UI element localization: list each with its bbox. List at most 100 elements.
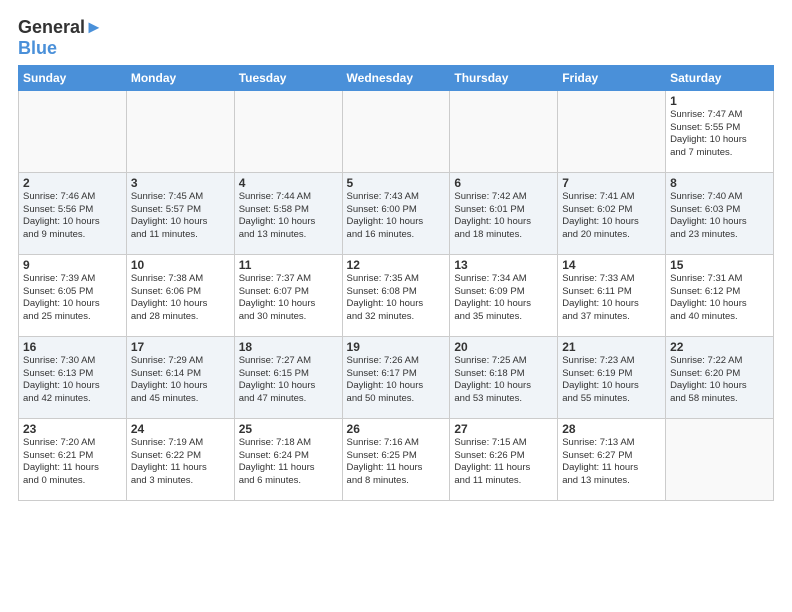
calendar-cell: 3Sunrise: 7:45 AM Sunset: 5:57 PM Daylig…: [126, 172, 234, 254]
calendar-cell: 21Sunrise: 7:23 AM Sunset: 6:19 PM Dayli…: [558, 336, 666, 418]
logo: General► Blue: [18, 18, 103, 59]
day-info: Sunrise: 7:18 AM Sunset: 6:24 PM Dayligh…: [239, 437, 338, 488]
day-number: 4: [239, 176, 338, 190]
day-info: Sunrise: 7:34 AM Sunset: 6:09 PM Dayligh…: [454, 273, 553, 324]
day-info: Sunrise: 7:23 AM Sunset: 6:19 PM Dayligh…: [562, 355, 661, 406]
day-info: Sunrise: 7:16 AM Sunset: 6:25 PM Dayligh…: [347, 437, 446, 488]
calendar-cell: [666, 418, 774, 500]
day-number: 26: [347, 422, 446, 436]
calendar-cell: 22Sunrise: 7:22 AM Sunset: 6:20 PM Dayli…: [666, 336, 774, 418]
calendar-cell: [558, 90, 666, 172]
day-info: Sunrise: 7:33 AM Sunset: 6:11 PM Dayligh…: [562, 273, 661, 324]
calendar-cell: 25Sunrise: 7:18 AM Sunset: 6:24 PM Dayli…: [234, 418, 342, 500]
calendar-cell: 9Sunrise: 7:39 AM Sunset: 6:05 PM Daylig…: [19, 254, 127, 336]
calendar-cell: 13Sunrise: 7:34 AM Sunset: 6:09 PM Dayli…: [450, 254, 558, 336]
calendar-cell: [19, 90, 127, 172]
calendar-week-row: 16Sunrise: 7:30 AM Sunset: 6:13 PM Dayli…: [19, 336, 774, 418]
day-info: Sunrise: 7:43 AM Sunset: 6:00 PM Dayligh…: [347, 191, 446, 242]
calendar-cell: 20Sunrise: 7:25 AM Sunset: 6:18 PM Dayli…: [450, 336, 558, 418]
calendar-cell: [234, 90, 342, 172]
calendar-cell: 28Sunrise: 7:13 AM Sunset: 6:27 PM Dayli…: [558, 418, 666, 500]
day-info: Sunrise: 7:40 AM Sunset: 6:03 PM Dayligh…: [670, 191, 769, 242]
calendar-week-row: 1Sunrise: 7:47 AM Sunset: 5:55 PM Daylig…: [19, 90, 774, 172]
day-info: Sunrise: 7:31 AM Sunset: 6:12 PM Dayligh…: [670, 273, 769, 324]
day-info: Sunrise: 7:25 AM Sunset: 6:18 PM Dayligh…: [454, 355, 553, 406]
col-header-thursday: Thursday: [450, 65, 558, 90]
header: General► Blue: [18, 18, 774, 59]
day-number: 17: [131, 340, 230, 354]
calendar-cell: 8Sunrise: 7:40 AM Sunset: 6:03 PM Daylig…: [666, 172, 774, 254]
calendar-cell: 24Sunrise: 7:19 AM Sunset: 6:22 PM Dayli…: [126, 418, 234, 500]
day-number: 16: [23, 340, 122, 354]
day-info: Sunrise: 7:45 AM Sunset: 5:57 PM Dayligh…: [131, 191, 230, 242]
calendar-cell: 15Sunrise: 7:31 AM Sunset: 6:12 PM Dayli…: [666, 254, 774, 336]
day-info: Sunrise: 7:39 AM Sunset: 6:05 PM Dayligh…: [23, 273, 122, 324]
calendar-header-row: SundayMondayTuesdayWednesdayThursdayFrid…: [19, 65, 774, 90]
day-number: 24: [131, 422, 230, 436]
calendar-cell: 1Sunrise: 7:47 AM Sunset: 5:55 PM Daylig…: [666, 90, 774, 172]
page: General► Blue SundayMondayTuesdayWednesd…: [0, 0, 792, 612]
col-header-monday: Monday: [126, 65, 234, 90]
logo-blue: ►: [85, 17, 103, 37]
day-info: Sunrise: 7:22 AM Sunset: 6:20 PM Dayligh…: [670, 355, 769, 406]
calendar-cell: 16Sunrise: 7:30 AM Sunset: 6:13 PM Dayli…: [19, 336, 127, 418]
day-number: 15: [670, 258, 769, 272]
day-info: Sunrise: 7:27 AM Sunset: 6:15 PM Dayligh…: [239, 355, 338, 406]
calendar-cell: 27Sunrise: 7:15 AM Sunset: 6:26 PM Dayli…: [450, 418, 558, 500]
day-number: 13: [454, 258, 553, 272]
day-number: 6: [454, 176, 553, 190]
day-info: Sunrise: 7:46 AM Sunset: 5:56 PM Dayligh…: [23, 191, 122, 242]
calendar-cell: 19Sunrise: 7:26 AM Sunset: 6:17 PM Dayli…: [342, 336, 450, 418]
logo-blue-text: Blue: [18, 38, 103, 59]
calendar-cell: 23Sunrise: 7:20 AM Sunset: 6:21 PM Dayli…: [19, 418, 127, 500]
calendar-cell: 7Sunrise: 7:41 AM Sunset: 6:02 PM Daylig…: [558, 172, 666, 254]
day-info: Sunrise: 7:13 AM Sunset: 6:27 PM Dayligh…: [562, 437, 661, 488]
day-number: 19: [347, 340, 446, 354]
calendar-week-row: 2Sunrise: 7:46 AM Sunset: 5:56 PM Daylig…: [19, 172, 774, 254]
day-number: 5: [347, 176, 446, 190]
day-info: Sunrise: 7:47 AM Sunset: 5:55 PM Dayligh…: [670, 109, 769, 160]
day-number: 8: [670, 176, 769, 190]
col-header-tuesday: Tuesday: [234, 65, 342, 90]
day-info: Sunrise: 7:26 AM Sunset: 6:17 PM Dayligh…: [347, 355, 446, 406]
day-info: Sunrise: 7:20 AM Sunset: 6:21 PM Dayligh…: [23, 437, 122, 488]
calendar-cell: 2Sunrise: 7:46 AM Sunset: 5:56 PM Daylig…: [19, 172, 127, 254]
day-info: Sunrise: 7:42 AM Sunset: 6:01 PM Dayligh…: [454, 191, 553, 242]
day-info: Sunrise: 7:19 AM Sunset: 6:22 PM Dayligh…: [131, 437, 230, 488]
col-header-sunday: Sunday: [19, 65, 127, 90]
day-number: 23: [23, 422, 122, 436]
day-info: Sunrise: 7:15 AM Sunset: 6:26 PM Dayligh…: [454, 437, 553, 488]
calendar-cell: 26Sunrise: 7:16 AM Sunset: 6:25 PM Dayli…: [342, 418, 450, 500]
day-number: 20: [454, 340, 553, 354]
day-info: Sunrise: 7:38 AM Sunset: 6:06 PM Dayligh…: [131, 273, 230, 324]
day-number: 25: [239, 422, 338, 436]
day-number: 2: [23, 176, 122, 190]
col-header-saturday: Saturday: [666, 65, 774, 90]
calendar-cell: 18Sunrise: 7:27 AM Sunset: 6:15 PM Dayli…: [234, 336, 342, 418]
day-info: Sunrise: 7:37 AM Sunset: 6:07 PM Dayligh…: [239, 273, 338, 324]
day-info: Sunrise: 7:29 AM Sunset: 6:14 PM Dayligh…: [131, 355, 230, 406]
day-number: 11: [239, 258, 338, 272]
calendar-cell: [126, 90, 234, 172]
day-number: 22: [670, 340, 769, 354]
day-number: 10: [131, 258, 230, 272]
calendar-cell: [450, 90, 558, 172]
day-info: Sunrise: 7:35 AM Sunset: 6:08 PM Dayligh…: [347, 273, 446, 324]
day-number: 9: [23, 258, 122, 272]
calendar-week-row: 23Sunrise: 7:20 AM Sunset: 6:21 PM Dayli…: [19, 418, 774, 500]
calendar-week-row: 9Sunrise: 7:39 AM Sunset: 6:05 PM Daylig…: [19, 254, 774, 336]
day-info: Sunrise: 7:44 AM Sunset: 5:58 PM Dayligh…: [239, 191, 338, 242]
col-header-friday: Friday: [558, 65, 666, 90]
logo-text: General►: [18, 18, 103, 38]
day-number: 14: [562, 258, 661, 272]
day-number: 3: [131, 176, 230, 190]
day-number: 21: [562, 340, 661, 354]
day-number: 18: [239, 340, 338, 354]
day-number: 12: [347, 258, 446, 272]
day-number: 1: [670, 94, 769, 108]
calendar-cell: 14Sunrise: 7:33 AM Sunset: 6:11 PM Dayli…: [558, 254, 666, 336]
calendar-cell: 10Sunrise: 7:38 AM Sunset: 6:06 PM Dayli…: [126, 254, 234, 336]
day-number: 27: [454, 422, 553, 436]
calendar-cell: 17Sunrise: 7:29 AM Sunset: 6:14 PM Dayli…: [126, 336, 234, 418]
calendar-cell: 5Sunrise: 7:43 AM Sunset: 6:00 PM Daylig…: [342, 172, 450, 254]
